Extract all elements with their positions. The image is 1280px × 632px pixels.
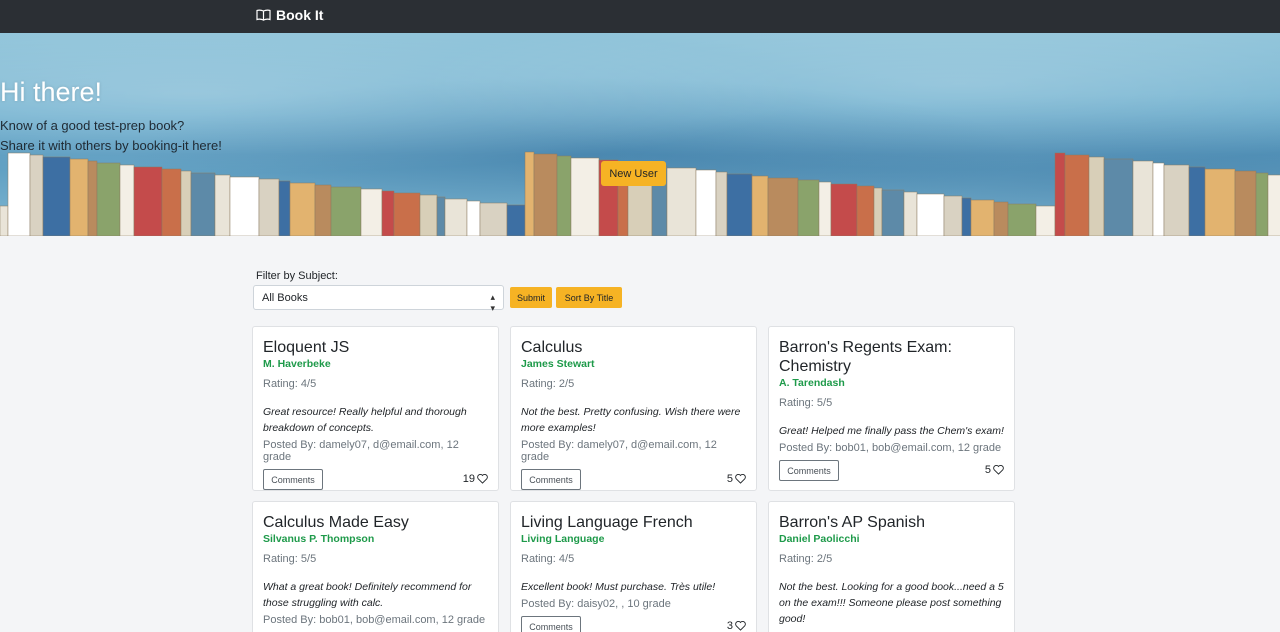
- book-card: Eloquent JS M. Haverbeke Rating: 4/5 Great …: [252, 326, 499, 491]
- book-rating: Rating: 2/5: [779, 553, 833, 565]
- book-review: What a great book! Definitely recommend …: [263, 581, 472, 609]
- submit-button[interactable]: Submit: [510, 287, 552, 308]
- like-counter[interactable]: 5: [985, 464, 1004, 476]
- posted-by: Posted By: damely07, d@email.com, 12 gra…: [521, 439, 717, 463]
- comments-button[interactable]: Comments: [521, 469, 581, 490]
- posted-by: Posted By: bob01, bob@email.com, 12 grad…: [779, 442, 1002, 454]
- book-card: Barron's Regents Exam: Chemistry A. Taren…: [768, 326, 1015, 491]
- sort-by-title-button[interactable]: Sort By Title: [556, 287, 622, 308]
- book-author: Living Language: [521, 533, 605, 545]
- like-counter[interactable]: 19: [463, 473, 488, 485]
- book-author: Silvanus P. Thompson: [263, 533, 375, 545]
- new-user-button[interactable]: New User: [601, 161, 666, 186]
- book-title: Calculus: [521, 339, 583, 356]
- comments-button[interactable]: Comments: [779, 460, 839, 481]
- hero-subtitle-2: Share it with others by booking-it here!: [0, 138, 222, 153]
- book-rating: Rating: 4/5: [521, 553, 575, 565]
- book-author: M. Haverbeke: [263, 358, 331, 370]
- book-review: Great! Helped me finally pass the Chem's…: [779, 425, 1004, 437]
- navbar: Book It: [0, 0, 1280, 33]
- brand-label: Book It: [276, 7, 324, 23]
- posted-by: Posted By: bob01, bob@email.com, 12 grad…: [263, 614, 486, 626]
- book-card: Calculus Made Easy Silvanus P. Thompson Ra…: [252, 501, 499, 632]
- heart-icon[interactable]: [735, 474, 746, 484]
- book-title: Living Language French: [521, 514, 693, 531]
- comments-button[interactable]: Comments: [521, 616, 581, 632]
- heart-icon[interactable]: [477, 474, 488, 484]
- like-counter[interactable]: 5: [727, 473, 746, 485]
- book-review: Great resource! Really helpful and thoro…: [263, 406, 467, 434]
- book-author: Daniel Paolicchi: [779, 533, 860, 545]
- hero-subtitle-1: Know of a good test-prep book?: [0, 118, 185, 133]
- posted-by: Posted By: daisy02, , 10 grade: [521, 598, 671, 610]
- book-author: James Stewart: [521, 358, 595, 370]
- book-rating: Rating: 4/5: [263, 378, 317, 390]
- comments-button[interactable]: Comments: [263, 469, 323, 490]
- book-card: Living Language French Living Language Rat…: [510, 501, 757, 632]
- subject-select-value: All Books: [262, 292, 308, 304]
- book-review: Excellent book! Must purchase. Très util…: [521, 581, 716, 593]
- heart-icon[interactable]: [993, 465, 1004, 475]
- book-title: Calculus Made Easy: [263, 514, 409, 531]
- filter-label: Filter by Subject:: [256, 270, 338, 282]
- posted-by: Posted By: damely07, d@email.com, 12 gra…: [263, 439, 459, 463]
- select-caret-icon: ▴ ▾: [490, 292, 495, 313]
- book-title: Eloquent JS: [263, 339, 350, 356]
- book-title: Barron's AP Spanish: [779, 514, 925, 531]
- like-count: 3: [726, 620, 733, 632]
- book-review: Not the best. Looking for a good book...…: [779, 581, 1004, 625]
- hero-title: Hi there!: [0, 77, 103, 107]
- book-rating: Rating: 2/5: [521, 378, 575, 390]
- heart-icon[interactable]: [735, 621, 746, 631]
- book-card: Calculus James Stewart Rating: 2/5 Not the …: [510, 326, 757, 491]
- like-count: 19: [462, 473, 475, 485]
- book-rating: Rating: 5/5: [263, 553, 317, 565]
- book-title: Barron's Regents Exam: Chemistry: [779, 339, 952, 375]
- book-author: A. Tarendash: [779, 377, 845, 389]
- book-rating: Rating: 5/5: [779, 397, 833, 409]
- book-review: Not the best. Pretty confusing. Wish the…: [521, 406, 741, 434]
- like-count: 5: [984, 464, 991, 476]
- hero-banner: Hi there! Know of a good test-prep book?…: [0, 33, 1280, 236]
- subject-select[interactable]: All Books ▴ ▾: [253, 285, 504, 313]
- open-book-icon: [256, 9, 271, 21]
- like-count: 5: [726, 473, 733, 485]
- like-counter[interactable]: 3: [727, 620, 746, 632]
- brand-link[interactable]: Book It: [256, 7, 323, 23]
- book-card: Barron's AP Spanish Daniel Paolicchi Ratin…: [768, 501, 1015, 632]
